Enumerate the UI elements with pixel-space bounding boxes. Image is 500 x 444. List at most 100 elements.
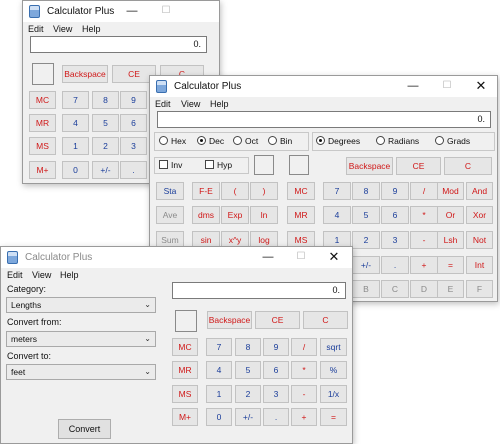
multiply-button[interactable]: * xyxy=(410,206,438,224)
sqrt-button[interactable]: sqrt xyxy=(320,338,347,356)
decimal-button[interactable]: . xyxy=(381,256,409,274)
close-icon[interactable]: ✕ xyxy=(317,248,351,266)
divide-button[interactable]: / xyxy=(410,182,438,200)
digit-7-button[interactable]: 7 xyxy=(206,338,232,356)
exp-button[interactable]: Exp xyxy=(221,206,249,224)
maximize-icon[interactable]: ☐ xyxy=(149,2,183,20)
digit-6-button[interactable]: 6 xyxy=(381,206,409,224)
radio-oct[interactable]: Oct xyxy=(233,136,258,146)
maximize-icon[interactable]: ☐ xyxy=(430,77,464,95)
mc-button[interactable]: MC xyxy=(287,182,315,200)
digit-2-button[interactable]: 2 xyxy=(352,231,380,249)
menu-edit[interactable]: Edit xyxy=(28,24,44,34)
digit-5-button[interactable]: 5 xyxy=(235,361,261,379)
clear-button[interactable]: C xyxy=(444,157,492,175)
or-button[interactable]: Or xyxy=(437,206,464,224)
backspace-button[interactable]: Backspace xyxy=(62,65,108,83)
menu-view[interactable]: View xyxy=(181,99,200,109)
digit-1-button[interactable]: 1 xyxy=(62,137,89,155)
radio-grads[interactable]: Grads xyxy=(435,136,470,146)
backspace-button[interactable]: Backspace xyxy=(346,157,393,175)
convert-to-select[interactable]: feet ⌄ xyxy=(6,364,156,380)
digit-5-button[interactable]: 5 xyxy=(352,206,380,224)
multiply-button[interactable]: * xyxy=(291,361,317,379)
convert-from-select[interactable]: meters ⌄ xyxy=(6,331,156,347)
hex-e-button[interactable]: E xyxy=(437,280,464,298)
mc-button[interactable]: MC xyxy=(29,91,56,109)
mc-button[interactable]: MC xyxy=(172,338,198,356)
digit-9-button[interactable]: 9 xyxy=(381,182,409,200)
digit-7-button[interactable]: 7 xyxy=(62,91,89,109)
digit-8-button[interactable]: 8 xyxy=(235,338,261,356)
hex-c-button[interactable]: C xyxy=(381,280,409,298)
inv-checkbox[interactable]: Inv xyxy=(159,160,182,170)
hex-d-button[interactable]: D xyxy=(410,280,438,298)
digit-6-button[interactable]: 6 xyxy=(263,361,289,379)
clear-entry-button[interactable]: CE xyxy=(255,311,300,329)
digit-8-button[interactable]: 8 xyxy=(352,182,380,200)
menu-view[interactable]: View xyxy=(53,24,72,34)
menu-help[interactable]: Help xyxy=(82,24,101,34)
percent-button[interactable]: % xyxy=(320,361,347,379)
menu-edit[interactable]: Edit xyxy=(155,99,171,109)
digit-2-button[interactable]: 2 xyxy=(235,385,261,403)
minimize-icon[interactable]: — xyxy=(396,77,430,95)
minimize-icon[interactable]: — xyxy=(115,2,149,20)
minimize-icon[interactable]: — xyxy=(251,248,285,266)
digit-4-button[interactable]: 4 xyxy=(62,114,89,132)
reciprocal-button[interactable]: 1/x xyxy=(320,385,347,403)
radio-dec[interactable]: Dec xyxy=(197,136,224,146)
digit-9-button[interactable]: 9 xyxy=(120,91,147,109)
digit-4-button[interactable]: 4 xyxy=(206,361,232,379)
digit-0-button[interactable]: 0 xyxy=(206,408,232,426)
radio-degrees[interactable]: Degrees xyxy=(316,136,360,146)
close-paren-button[interactable]: ) xyxy=(250,182,278,200)
hyp-checkbox[interactable]: Hyp xyxy=(205,160,232,170)
digit-5-button[interactable]: 5 xyxy=(92,114,119,132)
ms-button[interactable]: MS xyxy=(172,385,198,403)
decimal-button[interactable]: . xyxy=(120,161,147,179)
subtract-button[interactable]: - xyxy=(291,385,317,403)
digit-9-button[interactable]: 9 xyxy=(263,338,289,356)
digit-4-button[interactable]: 4 xyxy=(323,206,351,224)
ave-button[interactable]: Ave xyxy=(156,206,184,224)
menu-help[interactable]: Help xyxy=(60,270,79,280)
ln-button[interactable]: ln xyxy=(250,206,278,224)
digit-0-button[interactable]: 0 xyxy=(62,161,89,179)
m-plus-button[interactable]: M+ xyxy=(29,161,56,179)
sta-button[interactable]: Sta xyxy=(156,182,184,200)
dms-button[interactable]: dms xyxy=(192,206,220,224)
int-button[interactable]: Int xyxy=(466,256,493,274)
digit-1-button[interactable]: 1 xyxy=(206,385,232,403)
close-icon[interactable]: ✕ xyxy=(464,77,497,95)
hex-b-button[interactable]: B xyxy=(352,280,380,298)
mr-button[interactable]: MR xyxy=(29,114,56,132)
digit-8-button[interactable]: 8 xyxy=(92,91,119,109)
digit-3-button[interactable]: 3 xyxy=(263,385,289,403)
title-bar[interactable]: Calculator Plus — ☐ xyxy=(23,1,219,22)
digit-6-button[interactable]: 6 xyxy=(120,114,147,132)
subtract-button[interactable]: - xyxy=(410,231,438,249)
digit-7-button[interactable]: 7 xyxy=(323,182,351,200)
clear-button[interactable]: C xyxy=(303,311,348,329)
and-button[interactable]: And xyxy=(466,182,493,200)
divide-button[interactable]: / xyxy=(291,338,317,356)
mr-button[interactable]: MR xyxy=(287,206,315,224)
menu-edit[interactable]: Edit xyxy=(7,270,23,280)
clear-entry-button[interactable]: CE xyxy=(396,157,441,175)
not-button[interactable]: Not xyxy=(466,231,493,249)
mr-button[interactable]: MR xyxy=(172,361,198,379)
hex-f-button[interactable]: F xyxy=(466,280,493,298)
decimal-button[interactable]: . xyxy=(263,408,289,426)
maximize-icon[interactable]: ☐ xyxy=(284,248,318,266)
menu-help[interactable]: Help xyxy=(210,99,229,109)
add-button[interactable]: + xyxy=(410,256,438,274)
convert-button[interactable]: Convert xyxy=(58,419,111,439)
mod-button[interactable]: Mod xyxy=(437,182,464,200)
sign-toggle-button[interactable]: +/- xyxy=(235,408,261,426)
equals-button[interactable]: = xyxy=(320,408,347,426)
digit-2-button[interactable]: 2 xyxy=(92,137,119,155)
add-button[interactable]: + xyxy=(291,408,317,426)
title-bar[interactable]: Calculator Plus — ☐ ✕ xyxy=(150,76,497,97)
lsh-button[interactable]: Lsh xyxy=(437,231,464,249)
